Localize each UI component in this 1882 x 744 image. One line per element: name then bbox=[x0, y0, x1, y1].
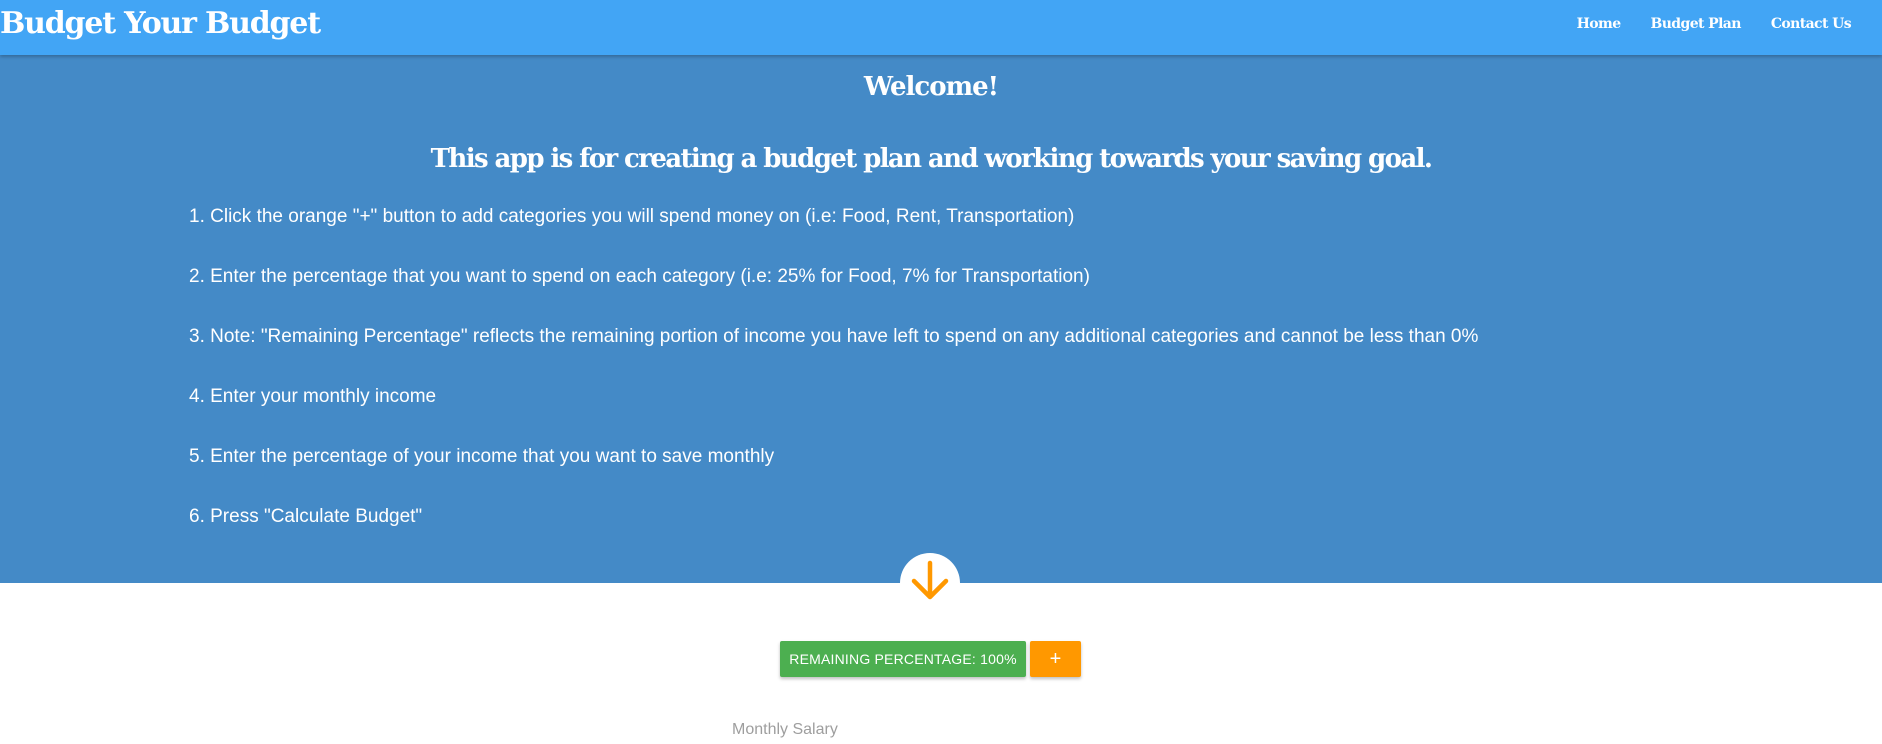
navbar: Budget Your Budget Home Budget Plan Cont… bbox=[0, 0, 1882, 55]
arrow-down-icon bbox=[911, 560, 949, 600]
brand-logo[interactable]: Budget Your Budget bbox=[0, 3, 321, 45]
monthly-salary-input[interactable] bbox=[732, 718, 1152, 742]
instruction-step: 5. Enter the percentage of your income t… bbox=[189, 446, 775, 467]
app-description-heading: This app is for creating a budget plan a… bbox=[430, 144, 1433, 174]
instructions-list: 1. Click the orange "+" button to add ca… bbox=[189, 204, 1478, 564]
nav-link-budget-plan[interactable]: Budget Plan bbox=[1636, 16, 1756, 32]
scroll-down-button[interactable] bbox=[900, 553, 960, 613]
instruction-step: 4. Enter your monthly income bbox=[189, 386, 437, 407]
hero-section: Welcome! This app is for creating a budg… bbox=[0, 55, 1882, 583]
welcome-heading: Welcome! bbox=[863, 72, 999, 102]
nav-link-contact-us[interactable]: Contact Us bbox=[1756, 16, 1866, 32]
remaining-percentage-button[interactable]: Remaining Percentage: 100% bbox=[780, 641, 1026, 677]
nav-links: Home Budget Plan Contact Us bbox=[1562, 0, 1866, 48]
nav-link-home[interactable]: Home bbox=[1562, 16, 1636, 32]
add-category-button[interactable]: + bbox=[1030, 641, 1081, 677]
instruction-step: 1. Click the orange "+" button to add ca… bbox=[189, 206, 1075, 227]
instruction-step: 6. Press "Calculate Budget" bbox=[189, 506, 423, 527]
instruction-step: 3. Note: "Remaining Percentage" reflects… bbox=[189, 326, 1479, 347]
instruction-step: 2. Enter the percentage that you want to… bbox=[189, 266, 1090, 287]
